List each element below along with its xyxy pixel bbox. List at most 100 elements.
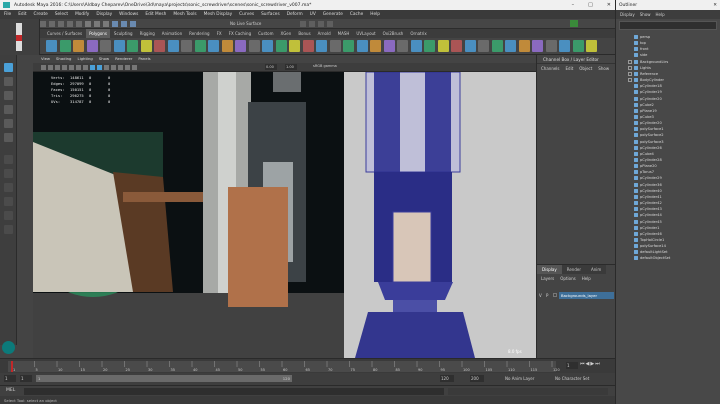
layer-row[interactable]: V P Backgrounds_layer: [539, 291, 614, 299]
shelf-tool-icon[interactable]: [86, 40, 98, 52]
brush-size-handle[interactable]: [16, 35, 22, 41]
channel-box-menu-item-3[interactable]: Show: [598, 66, 609, 71]
channel-box-menu-item-1[interactable]: Edit: [566, 66, 574, 71]
shelf-tool-icon[interactable]: [451, 40, 462, 52]
layer-name[interactable]: Backgrounds_layer: [559, 291, 614, 299]
shelf-tab-15[interactable]: Ornatrix: [407, 29, 429, 38]
channel-box-menu-item-2[interactable]: Object: [579, 66, 592, 71]
mel-input[interactable]: [24, 388, 444, 395]
render-settings-icon[interactable]: [318, 21, 324, 27]
render-icon[interactable]: [300, 21, 306, 27]
shelf-tool-icon[interactable]: [154, 40, 165, 52]
outliner-item[interactable]: pCube3: [634, 114, 654, 120]
shelf-tool-icon[interactable]: [208, 40, 219, 52]
outliner-menu-item-0[interactable]: Display: [620, 12, 635, 17]
end-frame-field[interactable]: 120: [440, 375, 454, 382]
shelf-tab-1[interactable]: Polygons: [86, 29, 110, 38]
outliner-item[interactable]: polySurface3: [634, 139, 664, 145]
viewport-menu-item-3[interactable]: Show: [99, 56, 109, 62]
move-tool-icon[interactable]: [4, 105, 13, 114]
layer-tab-2[interactable]: Anim: [586, 265, 607, 274]
ipr-render-icon[interactable]: [309, 21, 315, 27]
select-tool-icon[interactable]: [4, 63, 13, 72]
shelf-tool-icon[interactable]: [437, 40, 449, 52]
outliner-menu-item-1[interactable]: Show: [640, 12, 651, 17]
shelf-tab-3[interactable]: Rigging: [137, 29, 158, 38]
menu-item-9[interactable]: Mesh Display: [204, 12, 233, 17]
outliner-item[interactable]: pCube2: [634, 102, 654, 108]
outliner-layout-icon[interactable]: [4, 197, 13, 206]
shelf-tool-icon[interactable]: [505, 40, 516, 52]
shelf-tab-7[interactable]: FX Caching: [226, 29, 254, 38]
paint-select-tool-icon[interactable]: [4, 91, 13, 100]
outliner-item[interactable]: Reference: [634, 71, 658, 77]
outliner-item[interactable]: persp: [634, 34, 650, 40]
select-hierarchy-icon[interactable]: [85, 21, 91, 27]
single-pane-layout-icon[interactable]: [4, 155, 13, 164]
channel-box-menu-item-0[interactable]: Channels: [541, 66, 560, 71]
save-scene-icon[interactable]: [58, 21, 64, 27]
outliner-item[interactable]: top: [634, 40, 646, 46]
outliner-item[interactable]: pCylinder40: [634, 188, 662, 194]
layer-visibility-toggle[interactable]: V: [539, 293, 544, 298]
outliner-item[interactable]: BodyCylinder: [634, 77, 664, 83]
shelf-tool-icon[interactable]: [100, 40, 111, 52]
shelf-tool-icon[interactable]: [275, 40, 287, 52]
expand-icon[interactable]: [628, 71, 632, 76]
viewport-menu-item-0[interactable]: View: [41, 56, 50, 62]
expand-icon[interactable]: [628, 78, 632, 83]
shelf-tab-8[interactable]: Custom: [255, 29, 276, 38]
viewport-menu-item-2[interactable]: Lighting: [77, 56, 92, 62]
shelf-tab-13[interactable]: UVLayout: [353, 29, 378, 38]
outliner-item[interactable]: pCylinder20: [634, 96, 662, 102]
two-pane-layout-icon[interactable]: [4, 183, 13, 192]
character-set-dropdown[interactable]: No Character Set: [555, 376, 589, 381]
outliner-item[interactable]: pTorus7: [634, 169, 654, 175]
layer-display-type[interactable]: [553, 293, 557, 297]
shelf-tool-icon[interactable]: [127, 40, 138, 52]
shelf-tool-icon[interactable]: [73, 40, 84, 52]
inner-start-field[interactable]: 1: [20, 375, 32, 382]
open-scene-icon[interactable]: [49, 21, 55, 27]
scene-view[interactable]: [33, 72, 536, 358]
shelf-tool-icon[interactable]: [140, 40, 152, 52]
isolate-select-icon[interactable]: [132, 65, 137, 70]
menu-item-15[interactable]: Cache: [350, 12, 363, 17]
menu-item-0[interactable]: File: [4, 12, 11, 17]
menu-item-12[interactable]: Deform: [287, 12, 303, 17]
outliner-item[interactable]: polySurface1: [634, 126, 664, 132]
rotate-tool-icon[interactable]: [4, 119, 13, 128]
shelf-tool-icon[interactable]: [545, 40, 557, 52]
outliner-item[interactable]: pCylinder44: [634, 212, 662, 218]
shelf-tab-2[interactable]: Sculpting: [111, 29, 136, 38]
outliner-item[interactable]: defaultLightSet: [634, 249, 668, 255]
outliner-search-input[interactable]: [619, 21, 717, 30]
menu-item-5[interactable]: Display: [96, 12, 112, 17]
outliner-item[interactable]: pCylinder41: [634, 194, 662, 200]
new-scene-icon[interactable]: [40, 21, 46, 27]
close-icon[interactable]: ✕: [607, 2, 611, 8]
select-component-icon[interactable]: [103, 21, 109, 27]
range-bar[interactable]: 1 120: [36, 375, 292, 382]
layer-menu-item-2[interactable]: Help: [582, 276, 591, 281]
outliner-item[interactable]: polySurface14: [634, 243, 666, 249]
shelf-tool-icon[interactable]: [235, 40, 246, 52]
shelf-tool-icon[interactable]: [46, 40, 57, 52]
viewport-menu-item-5[interactable]: Panels: [138, 56, 150, 62]
shelf-tool-icon[interactable]: [478, 40, 489, 52]
wireframe-icon[interactable]: [90, 65, 95, 70]
outliner-item[interactable]: pCylinder18: [634, 83, 662, 89]
shelf-tool-icon[interactable]: [356, 40, 368, 52]
shelf-tool-icon[interactable]: [248, 40, 260, 52]
outliner-item[interactable]: pCylinder1: [634, 225, 659, 231]
outliner-item[interactable]: BackgroundLtrs: [634, 59, 668, 65]
shelf-tool-icon[interactable]: [491, 40, 503, 52]
layer-menu-item-1[interactable]: Options: [560, 276, 575, 281]
shelf-tool-icon[interactable]: [532, 40, 543, 52]
viewport-panel[interactable]: View Shading Lighting Show Renderer Panels 0.…: [33, 55, 536, 358]
shadows-icon[interactable]: [118, 65, 123, 70]
grid-icon[interactable]: [69, 65, 74, 70]
camera-attributes-icon[interactable]: [48, 65, 53, 70]
outliner-item[interactable]: side: [634, 52, 647, 58]
time-slider[interactable]: 1 5 10 15 20 25 30 35 40 45 50 55 60 65 70 75 80 85 90 95 10…: [0, 358, 615, 373]
